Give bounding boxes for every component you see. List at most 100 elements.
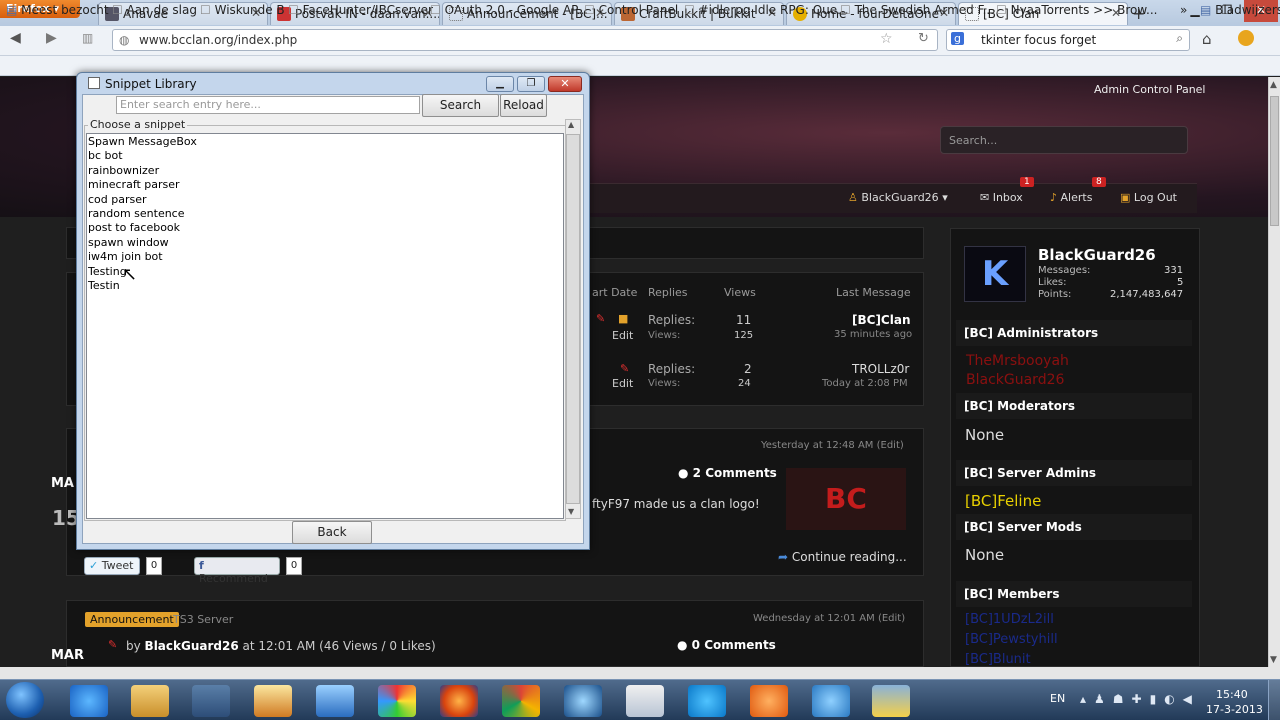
bookmark-item[interactable]: ☐ The Swedish Armed F...: [840, 3, 994, 17]
last-message-user[interactable]: TROLLz0r: [852, 362, 909, 376]
bookmarks-overflow[interactable]: »: [1180, 3, 1187, 17]
bookmark-item[interactable]: ☐ OAuth 2.0 - Google AP...: [430, 3, 588, 17]
bookmark-item[interactable]: ☐ Wiskunde B: [200, 3, 285, 17]
clock-time[interactable]: 15:40: [1216, 688, 1248, 701]
group-member[interactable]: BlackGuard26: [966, 372, 1064, 388]
internet-explorer-icon[interactable]: [70, 685, 108, 717]
list-item[interactable]: Testing: [88, 265, 127, 279]
list-item[interactable]: minecraft parser: [88, 178, 180, 192]
user-menu[interactable]: ♙ BlackGuard26 ▾: [848, 191, 948, 204]
list-item[interactable]: bc bot: [88, 149, 123, 163]
language-indicator[interactable]: EN: [1050, 692, 1065, 705]
bookmarks-menu[interactable]: ▤ Bladwijzers: [1200, 3, 1280, 17]
bookmark-item[interactable]: ☐ NyaaTorrents >> Brow...: [996, 3, 1158, 17]
show-desktop-button[interactable]: [1268, 680, 1280, 720]
last-message-user[interactable]: [BC]Clan: [852, 313, 910, 327]
addon-icon[interactable]: [1238, 30, 1254, 46]
list-item[interactable]: cod parser: [88, 193, 147, 207]
search-button[interactable]: Search: [422, 94, 499, 117]
bookmark-item[interactable]: ☐ Aan de slag: [112, 3, 197, 17]
dialog-minimize-button[interactable]: ▁: [486, 76, 514, 92]
continue-reading-link[interactable]: ➦ Continue reading...: [778, 550, 907, 564]
scroll-up-icon[interactable]: ▲: [1270, 80, 1277, 90]
tray-icons[interactable]: ▴♟☗✚▮◐◀: [1080, 692, 1200, 706]
snippet-search-input[interactable]: Enter search entry here...: [116, 96, 420, 114]
explorer-folder-icon[interactable]: [131, 685, 169, 717]
list-item[interactable]: Testin: [88, 279, 120, 293]
snippet-listbox[interactable]: Spawn MessageBox bc bot rainbownizer min…: [86, 133, 564, 519]
continue-label: Continue reading...: [791, 550, 907, 564]
avatar[interactable]: K: [964, 246, 1026, 302]
announcement-tag[interactable]: Announcement: [85, 612, 179, 627]
post-title[interactable]: TS3 Server: [173, 613, 233, 626]
author-link[interactable]: BlackGuard26: [145, 639, 239, 653]
group-member[interactable]: [BC]Feline: [965, 492, 1041, 510]
page-icon: ☐: [288, 3, 299, 17]
photo-viewer-icon[interactable]: [254, 685, 292, 717]
comments-link[interactable]: ● 0 Comments: [677, 638, 776, 652]
steam-icon[interactable]: [564, 685, 602, 717]
list-item[interactable]: rainbownizer: [88, 164, 159, 178]
game-icon[interactable]: [750, 685, 788, 717]
dialog-close-button[interactable]: ✕: [548, 76, 582, 92]
python-icon[interactable]: [872, 685, 910, 717]
inbox-link[interactable]: ✉ Inbox: [980, 191, 1023, 204]
scroll-down-icon[interactable]: ▼: [568, 507, 574, 516]
group-member[interactable]: [BC]Blunit: [965, 652, 1031, 666]
bookmark-item[interactable]: ☐ FaceHunter/IBCserver: [288, 3, 433, 17]
list-item[interactable]: random sentence: [88, 207, 185, 221]
messages-count: 331: [1164, 265, 1184, 276]
scroll-up-icon[interactable]: ▲: [568, 120, 574, 129]
scrollbar-thumb[interactable]: [1270, 96, 1279, 226]
reload-icon[interactable]: ↻: [918, 31, 929, 46]
group-member[interactable]: [BC]Pewstyhill: [965, 632, 1058, 647]
replies-count: 2: [744, 362, 752, 376]
home-icon[interactable]: ⌂: [1202, 30, 1212, 48]
list-item[interactable]: post to facebook: [88, 221, 180, 235]
horizontal-scrollbar[interactable]: [0, 667, 1280, 679]
app-icon[interactable]: [378, 685, 416, 717]
site-search-input[interactable]: Search...: [940, 126, 1188, 154]
bookmark-label: Meest bezocht: [21, 3, 109, 17]
search-bar[interactable]: g tkinter focus forget ⌕: [946, 29, 1190, 51]
start-button[interactable]: [6, 682, 44, 718]
list-item[interactable]: iw4m join bot: [88, 250, 163, 264]
list-item[interactable]: spawn window: [88, 236, 169, 250]
comments-link[interactable]: ● 2 Comments: [678, 466, 777, 480]
media-player-icon[interactable]: [192, 685, 230, 717]
bookmark-item[interactable]: ☐ #idlerpg Idle RPG: Que...: [684, 3, 849, 17]
edit-link[interactable]: Edit: [612, 329, 633, 342]
bookmark-most-visited[interactable]: ▤ Meest bezocht: [6, 3, 109, 17]
list-item[interactable]: Spawn MessageBox: [88, 135, 197, 149]
history-icon[interactable]: ▥: [82, 31, 93, 45]
dialog-maximize-button[interactable]: ❐: [517, 76, 545, 92]
paint-icon[interactable]: [316, 685, 354, 717]
tweet-button[interactable]: ✓ Tweet: [84, 557, 140, 575]
chrome-icon[interactable]: [502, 685, 540, 717]
itunes-icon[interactable]: [812, 685, 850, 717]
back-icon[interactable]: ◀: [10, 30, 21, 46]
search-icon[interactable]: ⌕: [1176, 31, 1183, 46]
window-stack-icon[interactable]: [626, 685, 664, 717]
profile-name[interactable]: BlackGuard26: [1038, 246, 1156, 264]
bookmark-icon: ▤: [1200, 3, 1212, 17]
bookmark-item[interactable]: ☐ Control Panel: [584, 3, 678, 17]
logout-link[interactable]: ▣ Log Out: [1120, 191, 1177, 204]
group-member[interactable]: TheMrsbooyah: [966, 353, 1069, 369]
edit-link[interactable]: Edit: [612, 377, 633, 390]
star-icon[interactable]: ☆: [880, 31, 893, 47]
forward-icon[interactable]: ▶: [46, 30, 57, 46]
group-member[interactable]: [BC]1UDzL2ill: [965, 612, 1054, 627]
skype-icon[interactable]: [688, 685, 726, 717]
firefox-icon[interactable]: [440, 685, 478, 717]
back-button[interactable]: Back: [292, 521, 372, 544]
recommend-button[interactable]: f Recommend: [194, 557, 280, 585]
admin-control-panel-link[interactable]: Admin Control Panel: [1094, 83, 1206, 96]
comments-label: 2 Comments: [692, 466, 777, 480]
scroll-down-icon[interactable]: ▼: [1270, 655, 1277, 665]
listbox-scroll-thumb[interactable]: [566, 134, 580, 504]
clock-date[interactable]: 17-3-2013: [1206, 703, 1263, 716]
alerts-link[interactable]: ♪ Alerts: [1050, 191, 1092, 204]
reload-button[interactable]: Reload: [500, 94, 547, 117]
url-bar[interactable]: ◍ www.bcclan.org/index.php: [112, 29, 938, 51]
